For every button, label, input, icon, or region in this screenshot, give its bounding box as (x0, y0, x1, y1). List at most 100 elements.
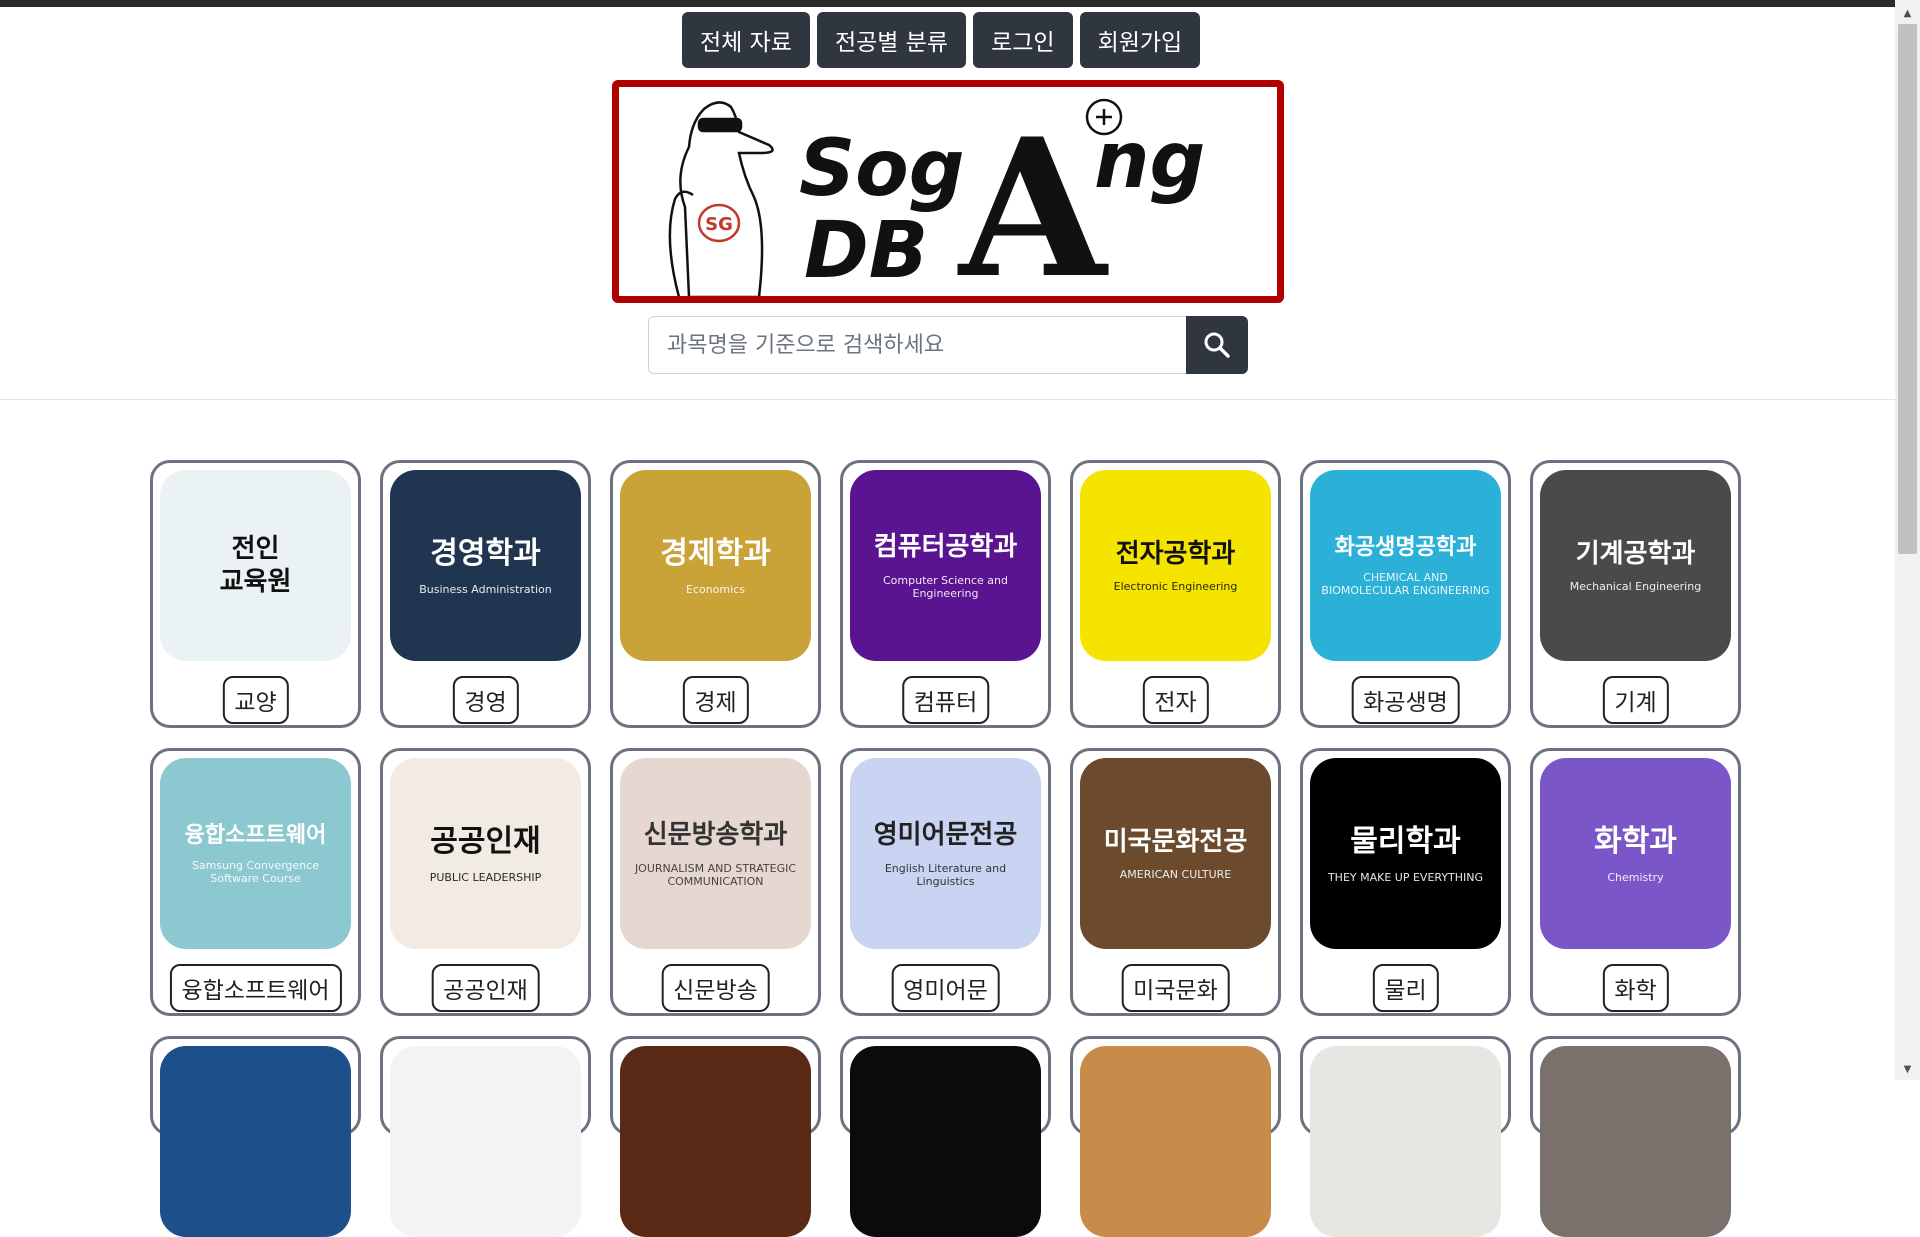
thumbnail-title: 물리학과 (1350, 824, 1461, 860)
thumbnail-subtitle: Economics (686, 582, 745, 596)
major-card[interactable]: 전인 교육원교양 (150, 460, 361, 728)
major-card[interactable]: 신문방송학과 JOURNALISM AND STRATEGIC COMMUNICA… (610, 748, 821, 1016)
major-label-button[interactable]: 공공인재 (431, 964, 540, 1012)
major-card[interactable]: 전자공학과 Electronic Engineering 전자 (1070, 460, 1281, 728)
major-thumbnail (620, 1046, 811, 1237)
search-icon (1204, 332, 1230, 358)
major-thumbnail (1080, 1046, 1271, 1237)
scroll-thumb[interactable] (1898, 24, 1917, 554)
thumbnail-subtitle: PUBLIC LEADERSHIP (429, 870, 542, 884)
nav-login[interactable]: 로그인 (973, 12, 1073, 68)
major-label-button[interactable]: 미국문화 (1121, 964, 1230, 1012)
major-thumbnail (1310, 1046, 1501, 1237)
top-nav: 전체 자료 전공별 분류 로그인 회원가입 (682, 12, 1201, 68)
major-label-button[interactable]: 화학 (1602, 964, 1669, 1012)
major-thumbnail: 미국문화전공 AMERICAN CULTURE (1080, 758, 1271, 949)
major-thumbnail (160, 1046, 351, 1237)
major-card[interactable]: 영미어문전공 English Literature and Linguistics… (840, 748, 1051, 1016)
thumbnail-title: 전자공학과 (1115, 538, 1236, 569)
browser-top-bar (0, 0, 1920, 7)
thumbnail-subtitle: English Literature and Linguistics (884, 861, 1007, 888)
major-label-button[interactable]: 경제 (682, 676, 749, 724)
logo-artwork: SG Sog A ng DB (668, 97, 1205, 296)
thumbnail-subtitle: Computer Science and Engineering (882, 573, 1008, 600)
thumbnail-subtitle: Chemistry (1607, 870, 1664, 884)
major-thumbnail (1540, 1046, 1731, 1237)
major-thumbnail: 물리학과 THEY MAKE UP EVERYTHING (1310, 758, 1501, 949)
nav-all-materials[interactable]: 전체 자료 (682, 12, 810, 68)
major-card[interactable]: 경제학과 Economics 경제 (610, 460, 821, 728)
major-label-button[interactable]: 물리 (1372, 964, 1439, 1012)
nav-by-major[interactable]: 전공별 분류 (816, 12, 967, 68)
plus-bubble-icon (1085, 98, 1123, 136)
major-label-button[interactable]: 경영 (452, 676, 519, 724)
thumbnail-title: 컴퓨터공학과 (873, 532, 1018, 563)
major-thumbnail (850, 1046, 1041, 1237)
major-thumbnail: 화공생명공학과 CHEMICAL AND BIOMOLECULAR ENGINEE… (1310, 470, 1501, 661)
header-divider (0, 399, 1895, 400)
thumbnail-title: 기계공학과 (1575, 538, 1696, 569)
major-thumbnail: 경제학과 Economics (620, 470, 811, 661)
major-thumbnail: 융합소프트웨어 Samsung Convergence Software Cour… (160, 758, 351, 949)
major-thumbnail: 전자공학과 Electronic Engineering (1080, 470, 1271, 661)
site-logo[interactable]: SG Sog A ng DB (612, 80, 1284, 303)
search-button[interactable] (1186, 316, 1248, 374)
major-card[interactable]: 물리학과 THEY MAKE UP EVERYTHING 물리 (1300, 748, 1511, 1016)
major-card[interactable]: 공공인재 PUBLIC LEADERSHIP 공공인재 (380, 748, 591, 1016)
major-category-grid: 전인 교육원 교양 경영학과 Business Administration 경영 경제학… (150, 460, 1741, 1237)
major-thumbnail: 전인 교육원 (160, 470, 351, 661)
scrollbar[interactable]: ▲ ▼ (1895, 0, 1920, 1080)
major-card[interactable] (1530, 1036, 1741, 1237)
svg-text:Sog: Sog (799, 124, 965, 214)
search-input[interactable] (648, 316, 1186, 374)
nav-signup[interactable]: 회원가입 (1079, 12, 1201, 68)
major-card[interactable] (380, 1036, 591, 1237)
major-label-button[interactable]: 신문방송 (661, 964, 770, 1012)
major-card[interactable]: 화학과 Chemistry 화학 (1530, 748, 1741, 1016)
major-card[interactable] (840, 1036, 1051, 1237)
major-thumbnail (390, 1046, 581, 1237)
duck-mascot-icon (668, 101, 774, 296)
major-thumbnail: 영미어문전공 English Literature and Linguistics (850, 758, 1041, 949)
search-bar (648, 316, 1248, 374)
thumbnail-title: 화공생명공학과 (1334, 534, 1477, 560)
major-card[interactable]: 융합소프트웨어 Samsung Convergence Software Cour… (150, 748, 361, 1016)
thumbnail-title: 공공인재 (430, 824, 541, 860)
thumbnail-subtitle: Mechanical Engineering (1569, 580, 1702, 594)
major-thumbnail: 공공인재 PUBLIC LEADERSHIP (390, 758, 581, 949)
major-label-button[interactable]: 영미어문 (891, 964, 1000, 1012)
major-thumbnail: 경영학과 Business Administration (390, 470, 581, 661)
major-card[interactable] (150, 1036, 361, 1237)
thumbnail-subtitle: JOURNALISM AND STRATEGIC COMMUNICATION (634, 861, 797, 888)
major-card[interactable]: 미국문화전공 AMERICAN CULTURE 미국문화 (1070, 748, 1281, 1016)
major-label-button[interactable]: 교양 (222, 676, 289, 724)
major-card[interactable] (1300, 1036, 1511, 1237)
thumbnail-subtitle: Electronic Engineering (1113, 580, 1238, 594)
thumbnail-title: 경영학과 (430, 536, 541, 572)
major-label-button[interactable]: 융합소프트웨어 (169, 964, 342, 1012)
thumbnail-title: 영미어문전공 (873, 820, 1018, 851)
major-card[interactable] (610, 1036, 821, 1237)
thumbnail-subtitle: THEY MAKE UP EVERYTHING (1327, 870, 1484, 884)
major-card[interactable]: 컴퓨터공학과 Computer Science and Engineering 컴퓨… (840, 460, 1051, 728)
major-thumbnail: 신문방송학과 JOURNALISM AND STRATEGIC COMMUNICA… (620, 758, 811, 949)
major-label-button[interactable]: 화공생명 (1351, 676, 1460, 724)
major-card[interactable] (1070, 1036, 1281, 1237)
major-label-button[interactable]: 컴퓨터 (901, 676, 990, 724)
major-card[interactable]: 기계공학과 Mechanical Engineering 기계 (1530, 460, 1741, 728)
thumbnail-subtitle: AMERICAN CULTURE (1119, 868, 1232, 882)
scroll-up-icon[interactable]: ▲ (1895, 2, 1920, 24)
thumbnail-title: 전인 교육원 (219, 534, 292, 597)
thumbnail-subtitle: Samsung Convergence Software Course (191, 859, 320, 886)
svg-text:DB: DB (804, 206, 928, 296)
thumbnail-title: 융합소프트웨어 (184, 822, 327, 848)
major-card[interactable]: 화공생명공학과 CHEMICAL AND BIOMOLECULAR ENGINEE… (1300, 460, 1511, 728)
major-thumbnail: 화학과 Chemistry (1540, 758, 1731, 949)
major-card[interactable]: 경영학과 Business Administration 경영 (380, 460, 591, 728)
thumbnail-title: 화학과 (1594, 824, 1677, 860)
thumbnail-subtitle: CHEMICAL AND BIOMOLECULAR ENGINEERING (1321, 571, 1490, 598)
major-thumbnail: 컴퓨터공학과 Computer Science and Engineering (850, 470, 1041, 661)
major-label-button[interactable]: 기계 (1602, 676, 1669, 724)
major-label-button[interactable]: 전자 (1142, 676, 1209, 724)
scroll-down-icon[interactable]: ▼ (1895, 1058, 1920, 1080)
